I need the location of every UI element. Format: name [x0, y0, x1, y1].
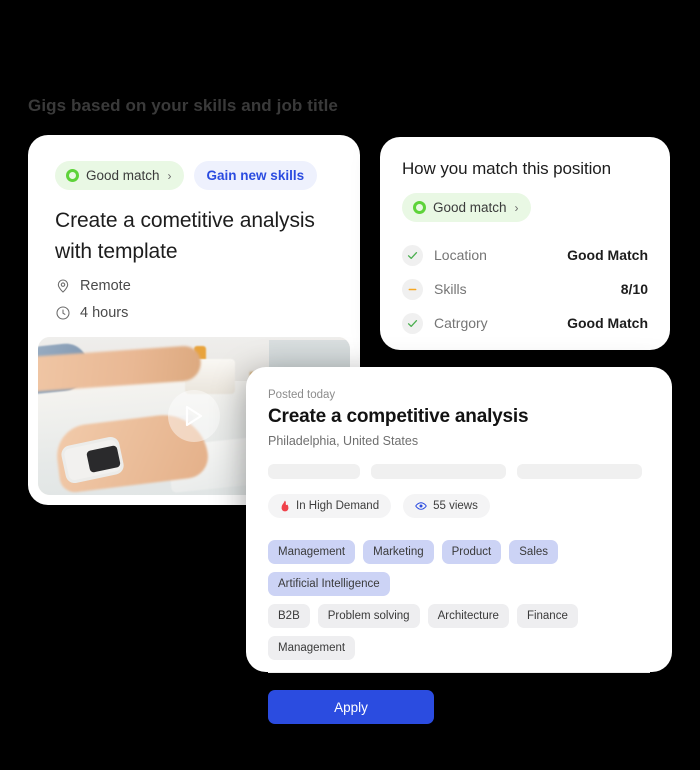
- gig-location-label: Remote: [80, 278, 131, 295]
- ring-icon: [413, 201, 426, 214]
- check-icon: [402, 312, 423, 334]
- tag-chip[interactable]: Artificial Intelligence: [268, 572, 390, 596]
- job-tags-muted-row: B2B Problem solving Architecture Finance…: [268, 604, 650, 660]
- tag-chip[interactable]: Sales: [509, 540, 559, 564]
- gain-new-skills-badge[interactable]: Gain new skills: [193, 161, 318, 190]
- job-tags: Management Marketing Product Sales Artif…: [268, 540, 650, 660]
- page-title: Gigs based on your skills and job title: [28, 96, 338, 115]
- job-detail-card: Posted today Create a competitive analys…: [246, 367, 672, 724]
- job-badges: In High Demand 55 views: [268, 494, 650, 518]
- tag-chip[interactable]: B2B: [268, 604, 310, 628]
- skeleton-bar: [371, 464, 506, 479]
- gig-duration-label: 4 hours: [80, 305, 129, 322]
- views-badge: 55 views: [403, 494, 490, 518]
- apply-button[interactable]: Apply: [268, 690, 434, 724]
- tag-chip[interactable]: Architecture: [427, 604, 509, 628]
- match-row-label: Skills: [434, 281, 467, 297]
- match-row: Skills 8/10: [402, 272, 648, 306]
- match-row: Catrgory Good Match: [402, 306, 648, 340]
- tag-chip[interactable]: Management: [268, 636, 356, 660]
- chevron-right-icon: ›: [167, 168, 172, 183]
- skeleton-bar: [517, 464, 642, 479]
- location-pin-icon: [57, 279, 69, 293]
- gain-new-skills-label: Gain new skills: [206, 168, 305, 183]
- good-match-label: Good match: [86, 168, 160, 183]
- check-icon: [402, 244, 423, 266]
- match-rows: Location Good Match Skills 8/10 Catrgory…: [402, 238, 648, 340]
- tag-chip[interactable]: Product: [441, 540, 502, 564]
- match-row-value: 8/10: [620, 281, 648, 297]
- match-good-match-badge[interactable]: Good match ›: [402, 193, 531, 222]
- match-row: Location Good Match: [402, 238, 648, 272]
- eye-icon: [415, 502, 427, 510]
- job-detail-header: Posted today Create a competitive analys…: [246, 367, 672, 518]
- play-button[interactable]: [168, 390, 220, 442]
- match-card: How you match this position Good match ›…: [380, 137, 670, 350]
- skeleton-bar: [268, 464, 360, 479]
- in-high-demand-label: In High Demand: [296, 500, 380, 512]
- gig-card-pills: Good match › Gain new skills: [28, 135, 360, 190]
- match-row-label: Location: [434, 247, 487, 263]
- tag-chip[interactable]: Management: [268, 540, 356, 564]
- match-row-value: Good Match: [567, 247, 648, 263]
- gig-location-row: Remote: [55, 278, 333, 294]
- posted-label: Posted today: [268, 389, 336, 401]
- match-row-value: Good Match: [567, 315, 648, 331]
- in-high-demand-badge: In High Demand: [268, 494, 392, 518]
- match-row-label: Catrgory: [434, 315, 488, 331]
- match-card-title: How you match this position: [402, 159, 611, 178]
- job-location: Philadelphia, United States: [268, 434, 419, 448]
- tag-chip[interactable]: Marketing: [363, 540, 434, 564]
- views-label: 55 views: [433, 500, 478, 512]
- clock-icon: [56, 306, 70, 320]
- gig-duration-row: 4 hours: [55, 305, 333, 321]
- play-icon: [185, 405, 203, 427]
- match-good-match-label: Good match: [433, 200, 507, 215]
- ring-icon: [66, 169, 79, 182]
- gig-title: Create a cometitive analysis with templa…: [55, 209, 315, 264]
- match-badge-wrap: Good match ›: [402, 193, 670, 222]
- job-title: Create a competitive analysis: [268, 406, 529, 427]
- screen-root: Gigs based on your skills and job title …: [0, 0, 700, 770]
- tag-chip[interactable]: Finance: [516, 604, 578, 628]
- flame-icon: [281, 500, 289, 512]
- good-match-badge[interactable]: Good match ›: [55, 161, 184, 190]
- chevron-right-icon: ›: [514, 200, 519, 215]
- job-tags-primary-row: Management Marketing Product Sales Artif…: [268, 540, 650, 596]
- tag-chip[interactable]: Problem solving: [317, 604, 420, 628]
- skeleton-placeholders: [268, 464, 650, 479]
- apply-wrap: Apply: [246, 673, 672, 724]
- dash-icon: [402, 278, 423, 300]
